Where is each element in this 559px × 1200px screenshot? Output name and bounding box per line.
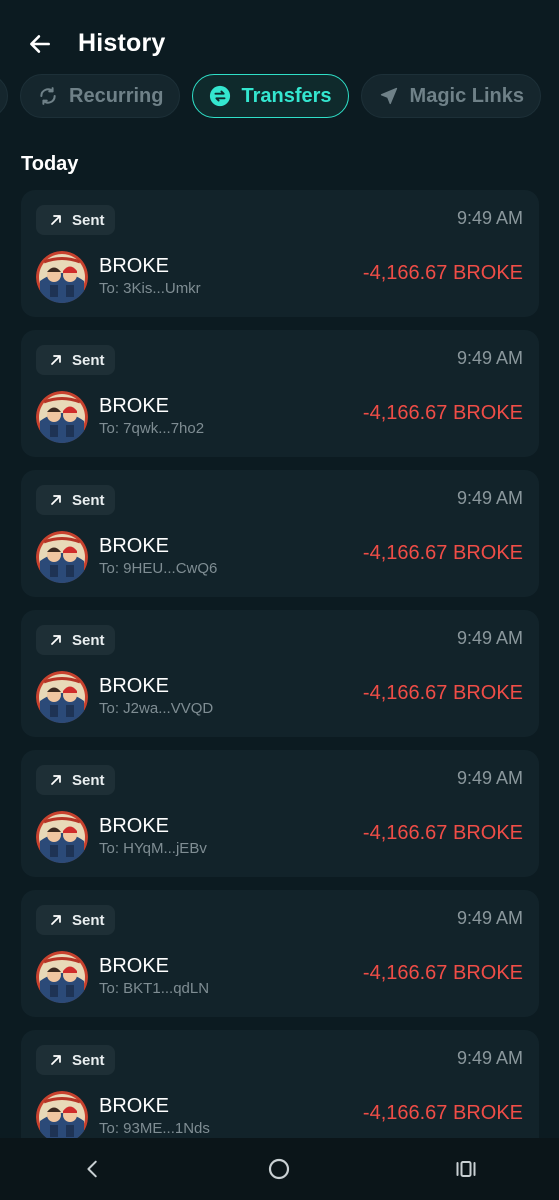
- arrow-up-right-icon: [48, 772, 64, 788]
- recipient-address: To: 9HEU...CwQ6: [99, 560, 218, 577]
- token-name: BROKE: [99, 1095, 170, 1117]
- system-back-button[interactable]: [63, 1144, 123, 1194]
- sent-badge: Sent: [36, 625, 115, 655]
- transfer-type: Sent: [72, 1051, 105, 1069]
- transfer-type: Sent: [72, 211, 105, 229]
- transfer-type: Sent: [72, 491, 105, 509]
- arrow-up-right-icon: [48, 212, 64, 228]
- transfer-type: Sent: [72, 351, 105, 369]
- transfer-time: 9:49 AM: [456, 488, 523, 508]
- tab-label: Transfers: [241, 84, 332, 107]
- arrow-up-right-icon: [48, 352, 64, 368]
- sent-badge: Sent: [36, 1045, 115, 1075]
- arrow-left-icon: [30, 35, 50, 53]
- token-avatar: [36, 391, 88, 443]
- token-name: BROKE: [99, 675, 170, 697]
- token-avatar: [36, 951, 88, 1003]
- transfer-card[interactable]: Sent 9:49 AM BROKE To: 9HEU...CwQ6 -4,16…: [21, 470, 539, 597]
- back-icon: [87, 1160, 97, 1178]
- transfer-card[interactable]: Sent 9:49 AM BROKE To: BKT1...qdLN -4,16…: [21, 890, 539, 1017]
- page-title: History: [78, 29, 166, 57]
- transfer-amount: -4,166.67 BROKE: [362, 542, 523, 564]
- token-name: BROKE: [99, 395, 170, 417]
- history-tabs: Recurring Transfers Magic Links: [0, 74, 542, 120]
- transfer-icon: [209, 85, 231, 107]
- tab-hidden[interactable]: [0, 74, 8, 118]
- transfer-time: 9:49 AM: [456, 908, 523, 928]
- sent-badge: Sent: [36, 765, 115, 795]
- sent-badge: Sent: [36, 205, 115, 235]
- transfer-amount: -4,166.67 BROKE: [362, 682, 523, 704]
- header: History: [0, 0, 559, 80]
- token-name: BROKE: [99, 535, 170, 557]
- token-avatar: [36, 531, 88, 583]
- transfer-amount: -4,166.67 BROKE: [362, 822, 523, 844]
- token-avatar: [36, 671, 88, 723]
- recipient-address: To: BKT1...qdLN: [99, 980, 210, 997]
- transfer-type: Sent: [72, 911, 105, 929]
- transfer-amount: -4,166.67 BROKE: [362, 262, 523, 284]
- transfer-amount: -4,166.67 BROKE: [362, 962, 523, 984]
- token-name: BROKE: [99, 955, 170, 977]
- transfer-amount: -4,166.67 BROKE: [362, 1102, 523, 1124]
- system-home-button[interactable]: [249, 1144, 309, 1194]
- transfer-card[interactable]: Sent 9:49 AM BROKE To: J2wa...VVQD -4,16…: [21, 610, 539, 737]
- tab-label: Magic Links: [409, 84, 525, 107]
- token-name: BROKE: [99, 255, 170, 277]
- sent-badge: Sent: [36, 485, 115, 515]
- arrow-up-right-icon: [48, 1052, 64, 1068]
- back-button[interactable]: [22, 26, 58, 62]
- transfer-time: 9:49 AM: [456, 628, 523, 648]
- transfer-time: 9:49 AM: [456, 768, 523, 788]
- recipient-address: To: HYqM...jEBv: [99, 840, 207, 857]
- section-date-label: Today: [21, 153, 79, 175]
- transfer-card[interactable]: Sent 9:49 AM BROKE To: 3Kis...Umkr -4,16…: [21, 190, 539, 317]
- transfer-time: 9:49 AM: [456, 208, 523, 228]
- recipient-address: To: J2wa...VVQD: [99, 700, 214, 717]
- transfer-type: Sent: [72, 631, 105, 649]
- tab-recurring[interactable]: Recurring: [20, 74, 181, 118]
- transfer-time: 9:49 AM: [456, 348, 523, 368]
- sent-badge: Sent: [36, 345, 115, 375]
- arrow-up-right-icon: [48, 492, 64, 508]
- transfer-card[interactable]: Sent 9:49 AM BROKE To: 7qwk...7ho2 -4,16…: [21, 330, 539, 457]
- arrow-up-right-icon: [48, 912, 64, 928]
- system-navigation-bar: [0, 1138, 559, 1200]
- recents-icon: [456, 1161, 476, 1177]
- token-avatar: [36, 251, 88, 303]
- transfer-amount: -4,166.67 BROKE: [362, 402, 523, 424]
- tab-label: Recurring: [69, 84, 164, 107]
- arrow-up-right-icon: [48, 632, 64, 648]
- tab-magic-links[interactable]: Magic Links: [360, 74, 542, 118]
- transfer-type: Sent: [72, 771, 105, 789]
- recipient-address: To: 7qwk...7ho2: [99, 420, 205, 437]
- history-screen: History Recurring Transfers Magic Links …: [0, 0, 559, 1200]
- token-avatar: [36, 1091, 88, 1143]
- recipient-address: To: 93ME...1Nds: [99, 1120, 210, 1137]
- token-name: BROKE: [99, 815, 170, 837]
- transfer-card[interactable]: Sent 9:49 AM BROKE To: HYqM...jEBv -4,16…: [21, 750, 539, 877]
- transfer-time: 9:49 AM: [456, 1048, 523, 1068]
- system-recents-button[interactable]: [436, 1144, 496, 1194]
- transfer-list: Sent 9:49 AM BROKE To: 3Kis...Umkr -4,16…: [21, 190, 539, 1170]
- recipient-address: To: 3Kis...Umkr: [99, 280, 201, 297]
- send-arrow-icon: [378, 85, 400, 107]
- tab-transfers[interactable]: Transfers: [192, 74, 349, 118]
- sent-badge: Sent: [36, 905, 115, 935]
- home-icon: [269, 1158, 290, 1180]
- recurring-icon: [37, 85, 59, 107]
- token-avatar: [36, 811, 88, 863]
